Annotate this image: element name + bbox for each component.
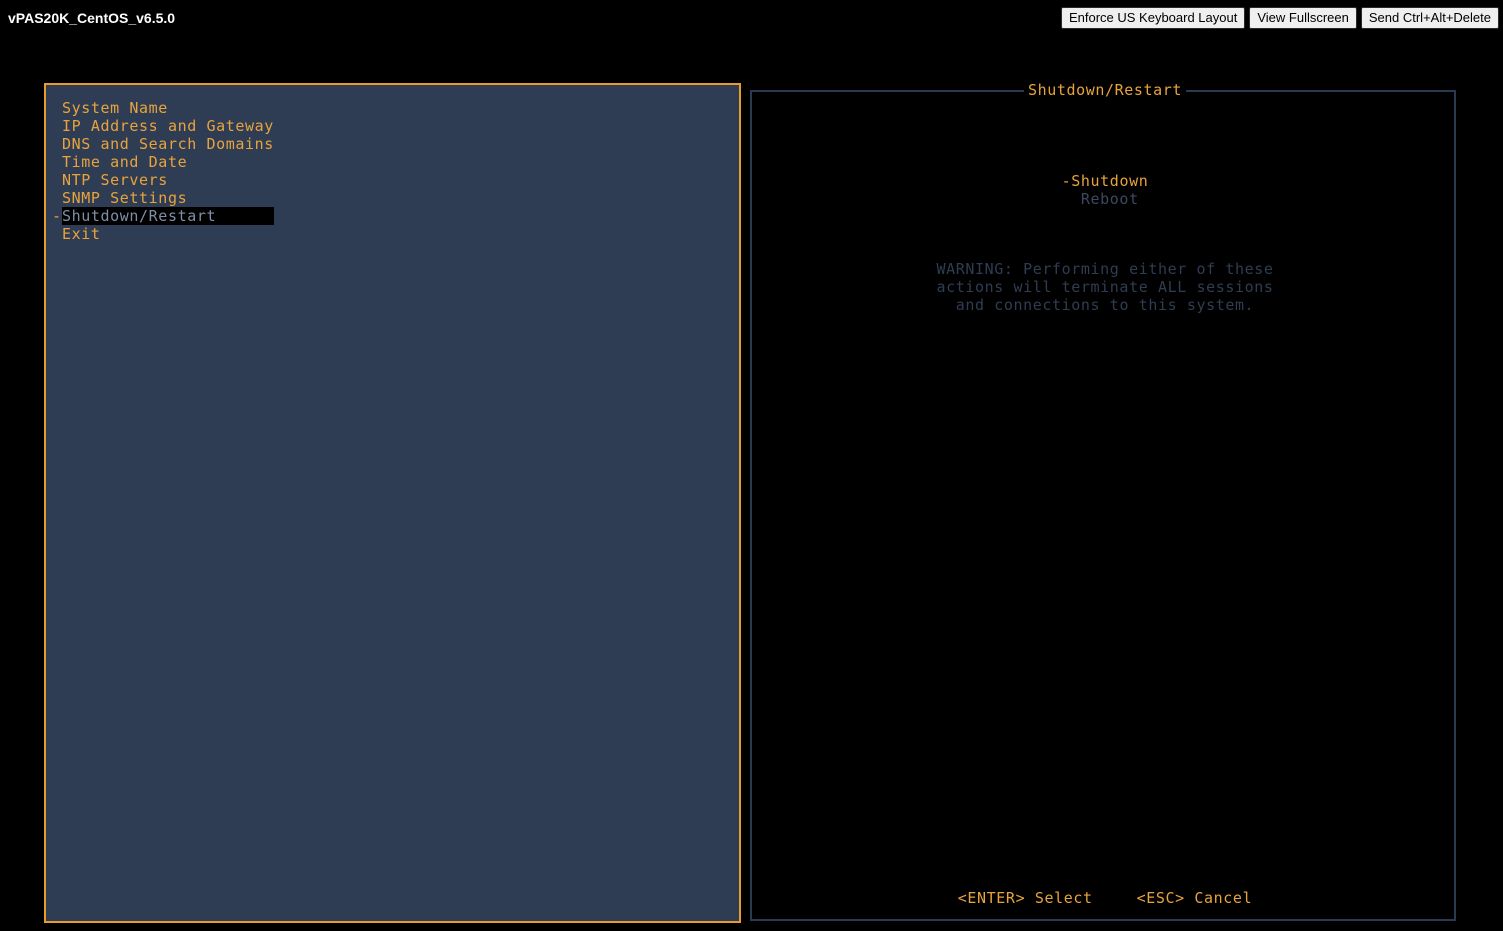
menu-item-label: Exit [62, 225, 101, 243]
dialog-title: Shutdown/Restart [752, 81, 1458, 100]
main-menu-list: System Name IP Address and Gateway DNS a… [52, 99, 712, 243]
menu-selection-marker-icon [52, 189, 62, 207]
menu-selection-marker-icon: - [52, 207, 62, 225]
menu-item-snmp-settings[interactable]: SNMP Settings [52, 189, 712, 207]
menu-item-label: NTP Servers [62, 171, 168, 189]
menu-item-ip-address-and-gateway[interactable]: IP Address and Gateway [52, 117, 712, 135]
dialog-option-reboot[interactable]: Reboot [752, 190, 1458, 208]
main-menu-panel: System Name IP Address and Gateway DNS a… [44, 83, 741, 923]
menu-item-label: SNMP Settings [62, 189, 188, 207]
shutdown-restart-dialog: Shutdown/Restart -Shutdown Reboot WARNIN… [750, 81, 1458, 921]
enter-select-action[interactable]: <ENTER> Select [958, 889, 1093, 907]
dialog-action-bar: <ENTER> Select <ESC> Cancel [752, 889, 1458, 907]
menu-selection-marker-icon [52, 99, 62, 117]
menu-item-label: Time and Date [62, 153, 188, 171]
menu-item-time-and-date[interactable]: Time and Date [52, 153, 712, 171]
menu-item-exit[interactable]: Exit [52, 225, 712, 243]
menu-item-dns-and-search-domains[interactable]: DNS and Search Domains [52, 135, 712, 153]
warning-line: WARNING: Performing either of these [936, 260, 1274, 278]
menu-item-ntp-servers[interactable]: NTP Servers [52, 171, 712, 189]
menu-selection-marker-icon [52, 153, 62, 171]
dialog-option-shutdown[interactable]: -Shutdown [752, 172, 1458, 190]
console-toolbar: vPAS20K_CentOS_v6.5.0 Enforce US Keyboar… [0, 0, 1503, 38]
send-ctrl-alt-delete-button[interactable]: Send Ctrl+Alt+Delete [1360, 7, 1499, 29]
warning-line: and connections to this system. [955, 296, 1255, 314]
warning-line: actions will terminate ALL sessions [936, 278, 1274, 296]
toolbar-button-group: Enforce US Keyboard Layout View Fullscree… [1060, 7, 1499, 29]
menu-item-label: DNS and Search Domains [62, 135, 274, 153]
dialog-warning-text: WARNING: Performing either of these actio… [752, 260, 1458, 314]
dialog-option-list: -Shutdown Reboot [752, 172, 1458, 208]
menu-selection-marker-icon [52, 171, 62, 189]
console-title: vPAS20K_CentOS_v6.5.0 [8, 10, 176, 26]
remote-console-screen: vPAS20K_CentOS_v6.5.0 Enforce US Keyboar… [0, 0, 1503, 931]
menu-item-system-name[interactable]: System Name [52, 99, 712, 117]
menu-item-label: System Name [62, 99, 168, 117]
menu-selection-marker-icon [52, 135, 62, 153]
dialog-title-text: Shutdown/Restart [1023, 81, 1187, 99]
view-fullscreen-button[interactable]: View Fullscreen [1249, 7, 1357, 29]
menu-item-label: IP Address and Gateway [62, 117, 274, 135]
menu-item-label: Shutdown/Restart [62, 207, 275, 225]
menu-item-shutdown-restart[interactable]: -Shutdown/Restart [52, 207, 712, 225]
esc-cancel-action[interactable]: <ESC> Cancel [1137, 889, 1253, 907]
enforce-us-keyboard-layout-button[interactable]: Enforce US Keyboard Layout [1060, 7, 1246, 29]
menu-selection-marker-icon [52, 225, 62, 243]
menu-selection-marker-icon [52, 117, 62, 135]
